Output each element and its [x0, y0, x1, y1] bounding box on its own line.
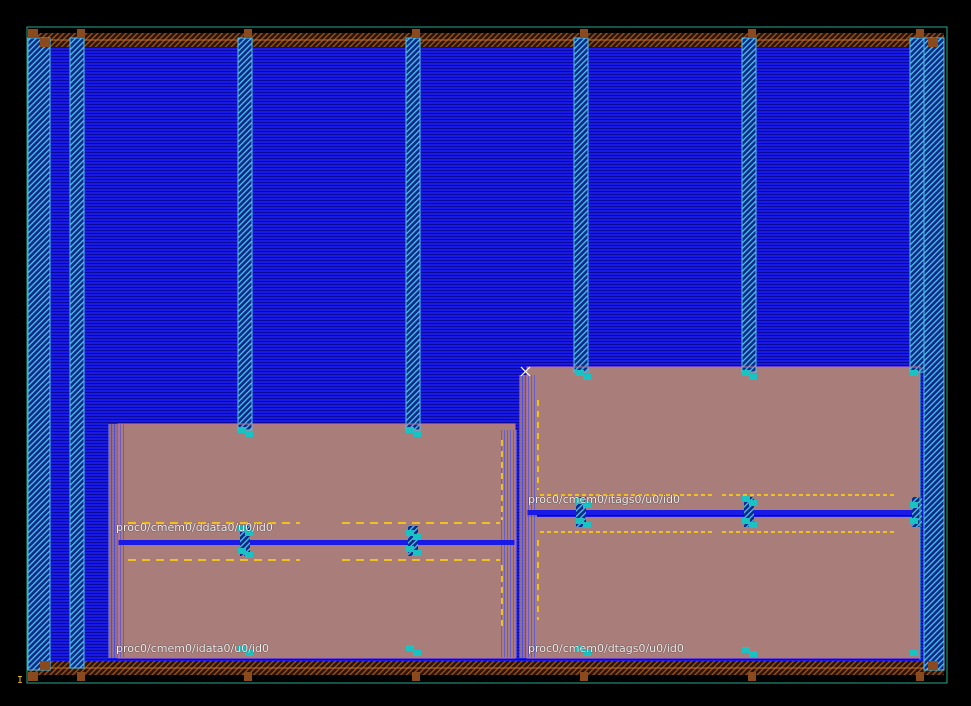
strap-itags-dtags: [527, 510, 927, 515]
origin-marker-icon: I: [17, 675, 24, 686]
macro-dtags[interactable]: [527, 517, 920, 658]
macro-label-itags: proc0/cmem0/itags0/u0/id0: [528, 493, 680, 506]
power-ring-right: [924, 38, 944, 670]
layout-canvas[interactable]: [0, 0, 971, 706]
macro-label-dtags: proc0/cmem0/dtags0/u0/id0: [528, 642, 684, 655]
macro-label-ddata: proc0/cmem0/ddata0/u0/id0: [116, 521, 273, 534]
macro-label-idata: proc0/cmem0/idata0/u0/id0: [116, 642, 269, 655]
power-ring-left: [28, 38, 50, 670]
strap-ddata-idata: [118, 540, 515, 545]
pin-fringe-left-itags: [519, 375, 537, 658]
macro-itags[interactable]: [527, 367, 920, 513]
